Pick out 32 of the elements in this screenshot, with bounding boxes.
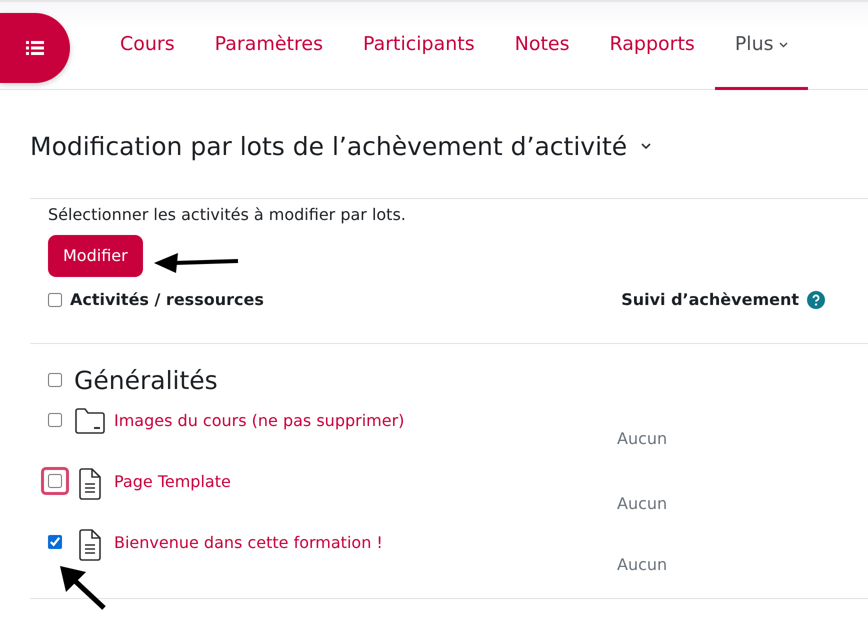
modify-button[interactable]: Modifier xyxy=(48,234,143,276)
nav-tab[interactable]: Cours xyxy=(100,2,195,90)
nav-tab[interactable]: Paramètres xyxy=(194,2,343,90)
menu-button[interactable] xyxy=(0,13,70,83)
row-checkbox[interactable] xyxy=(48,413,62,427)
instruction-text: Sélectionner les activités à modifier par lots. xyxy=(48,204,407,226)
row-checkbox[interactable] xyxy=(48,535,62,549)
nav-tab[interactable]: Rapports xyxy=(590,2,715,90)
nav-tab[interactable]: Notes xyxy=(494,2,590,90)
nav-tab[interactable]: Plus xyxy=(714,2,808,90)
chevron-down-icon xyxy=(778,42,788,48)
completion-status: Aucun xyxy=(617,554,668,576)
row-checkbox[interactable] xyxy=(48,474,62,488)
folder-icon xyxy=(74,407,106,435)
document-icon xyxy=(78,468,102,500)
document-icon xyxy=(78,529,102,561)
nav-tab[interactable]: Participants xyxy=(343,2,495,90)
menu-icon xyxy=(26,40,44,56)
page-title: Modification par lots de l’achèvement d’activité xyxy=(30,131,628,163)
completion-status: Aucun xyxy=(617,428,668,450)
help-icon[interactable] xyxy=(807,290,825,308)
activity-link[interactable]: Bienvenue dans cette formation ! xyxy=(114,531,383,555)
section-checkbox[interactable] xyxy=(48,373,62,388)
activity-link[interactable]: Images du cours (ne pas supprimer) xyxy=(114,409,404,433)
activity-link[interactable]: Page Template xyxy=(114,470,231,494)
chevron-down-icon[interactable] xyxy=(641,143,652,150)
column-header: Suivi d’achèvement xyxy=(621,288,799,310)
column-header: Activités / ressources xyxy=(70,288,264,310)
arrow-annotation xyxy=(58,564,108,612)
completion-status: Aucun xyxy=(617,493,668,515)
select-all-checkbox[interactable] xyxy=(48,292,62,306)
section-title: Généralités xyxy=(74,364,218,396)
